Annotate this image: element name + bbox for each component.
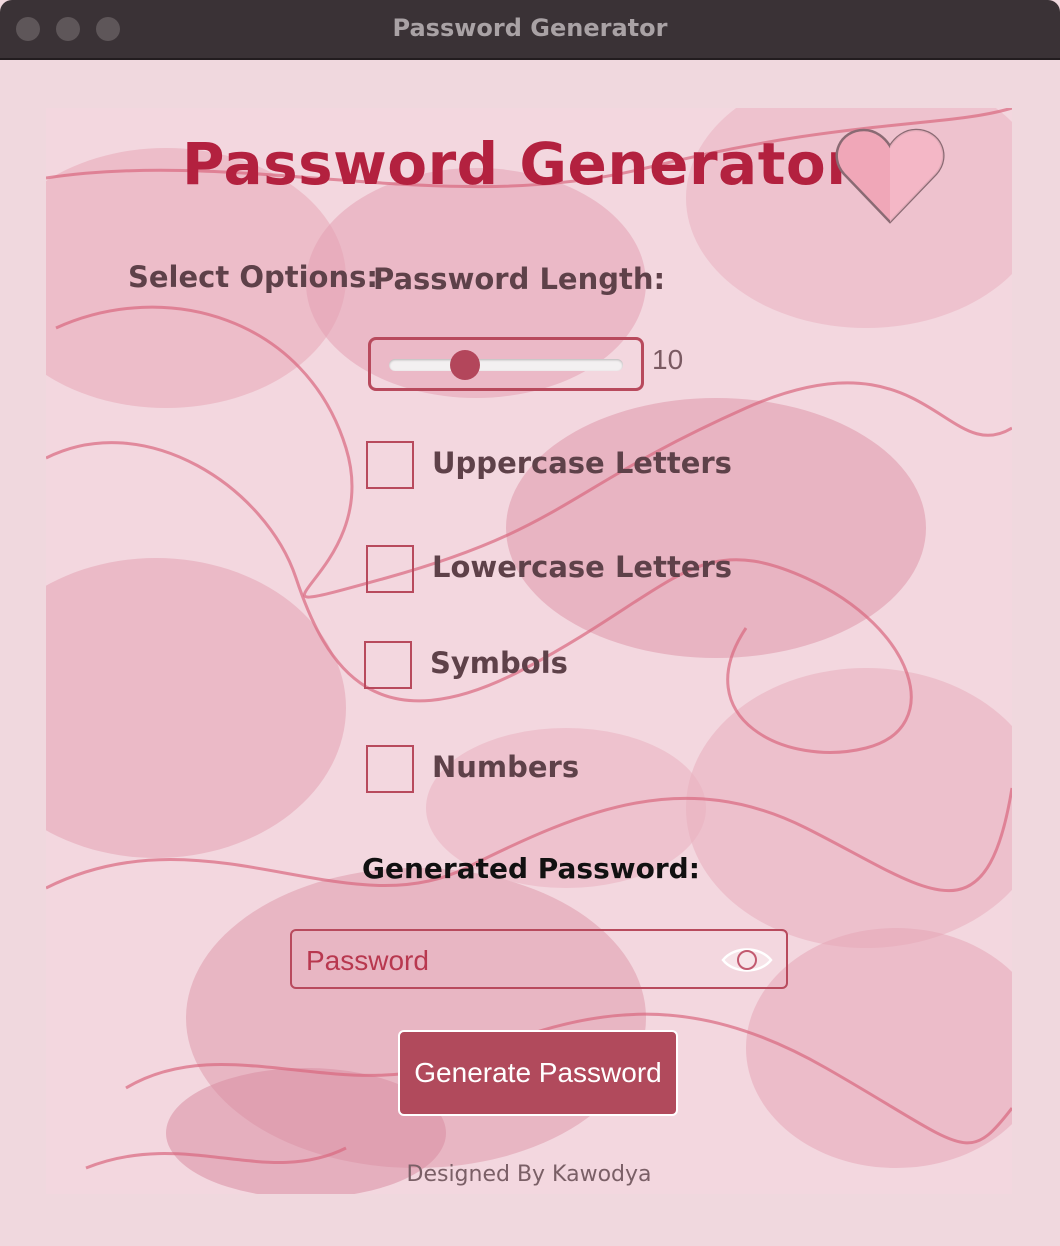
- eye-icon[interactable]: [720, 942, 774, 978]
- numbers-label: Numbers: [432, 750, 580, 784]
- symbols-label: Symbols: [430, 646, 568, 680]
- app-panel: Password Generator Select Options: Passw…: [46, 108, 1012, 1194]
- uppercase-checkbox[interactable]: [366, 441, 414, 489]
- app-title: Password Generator: [182, 130, 856, 198]
- password-field: [290, 929, 788, 989]
- numbers-checkbox[interactable]: [366, 745, 414, 793]
- window-title: Password Generator: [392, 14, 668, 42]
- lowercase-checkbox[interactable]: [366, 545, 414, 593]
- lowercase-label: Lowercase Letters: [432, 550, 733, 584]
- window-titlebar: Password Generator: [0, 0, 1060, 60]
- select-options-label: Select Options:: [128, 260, 378, 294]
- password-input[interactable]: [304, 941, 708, 981]
- heart-icon: [834, 124, 946, 232]
- generate-password-button[interactable]: Generate Password: [398, 1030, 678, 1116]
- footer-credit: Designed By Kawodya: [406, 1162, 652, 1187]
- symbols-checkbox[interactable]: [364, 641, 412, 689]
- slider-thumb[interactable]: [450, 350, 481, 380]
- uppercase-label: Uppercase Letters: [432, 446, 732, 480]
- generated-password-label: Generated Password:: [362, 852, 700, 885]
- password-length-slider[interactable]: [368, 337, 644, 391]
- slider-track[interactable]: [389, 359, 623, 371]
- slider-value: 10: [652, 344, 684, 375]
- password-length-label: Password Length:: [373, 262, 666, 296]
